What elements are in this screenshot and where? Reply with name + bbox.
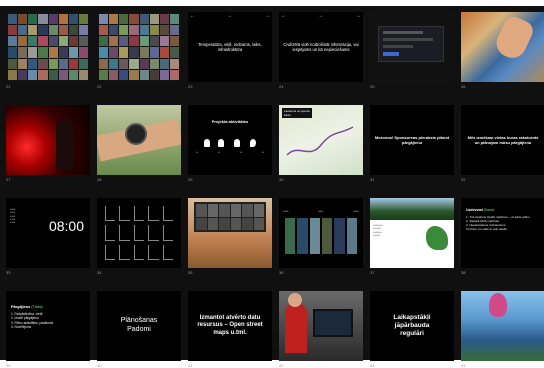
slide-number: 33	[6, 270, 11, 275]
slide-thumbnail-23[interactable]: Laikapstākļi jāpārbauda regulāri	[370, 291, 454, 361]
slide-thumbnail-7[interactable]	[6, 105, 90, 175]
slide-number: 40	[97, 363, 102, 368]
hiker-icon	[204, 139, 210, 147]
bike-icon	[218, 139, 224, 147]
slide-number: 21	[6, 84, 11, 89]
slide-number: 37	[370, 270, 375, 275]
slide-text: Mēs izmēšam vietas kuras raksturots un p…	[467, 135, 539, 145]
slide-text: Plānošanas Padomi	[97, 291, 181, 361]
slide-thumbnail-6[interactable]	[461, 12, 544, 82]
slide-thumbnail-16[interactable]: ▪▪▪▪▪▪ ▪▪▪▪▪ ▪▪▪▪▪▪	[279, 198, 363, 268]
slide-thumbnail-10[interactable]: Laukums un sporta karte	[279, 105, 363, 175]
slide-title-highlight: (Tāda)	[31, 305, 43, 309]
slide-number: 35	[188, 270, 193, 275]
slide-thumbnail-3[interactable]: ▪ ▪ ▪ ▪ ▪ ▪ Temperatūra, vējš, redzams, la…	[188, 12, 272, 82]
person-head	[288, 293, 302, 307]
slide-number: 43	[370, 363, 375, 368]
slide-number: 26	[461, 84, 466, 89]
slide-text: Izmantot atvērto datu resursus – Open st…	[197, 314, 263, 336]
slide-thumbnail-21[interactable]: Izmantot atvērto datu resursus – Open st…	[188, 291, 272, 361]
slide-number: 30	[279, 177, 284, 182]
person-shape	[285, 303, 307, 353]
slide-title: Projekta aktivitātes	[211, 119, 249, 124]
slide-text: Mezonos! Sponsoreas pieraksts plānot pār…	[374, 135, 450, 145]
slide-text-line: Padomi	[127, 326, 151, 333]
slide-thumbnail-12[interactable]: Mēs izmēšam vietas kuras raksturots un p…	[461, 105, 544, 175]
slide-number: 24	[279, 84, 284, 89]
slide-thumbnail-22[interactable]	[279, 291, 363, 361]
slide-thumbnail-1[interactable]	[6, 12, 90, 82]
slide-number: 27	[6, 177, 11, 182]
chart-grid	[105, 206, 173, 260]
slide-number: 25	[370, 84, 375, 89]
map-label: Laukums un sporta karte	[282, 108, 312, 118]
slide-thumbnail-24[interactable]	[461, 291, 544, 361]
slide-thumbnail-11[interactable]: Mezonos! Sponsoreas pieraksts plānot pār…	[370, 105, 454, 175]
drop-icon	[250, 139, 256, 147]
photo-red-light	[6, 105, 90, 175]
slide-thumbnail-19[interactable]: Pārgājiens (Tāda) 1. Pašpārliecība, viet…	[6, 291, 90, 361]
watch-app-list: ▪▪▪▪▪▪ ▪ ▪▪▪▪ ▪ ▪▪▪▪ ▪ ▪▪▪▪ ▪ ▪▪▪▪	[10, 208, 16, 225]
form-screenshot	[378, 26, 444, 62]
slide-thumbnail-15[interactable]	[188, 198, 272, 268]
slide-thumbnail-5[interactable]	[370, 12, 454, 82]
slide-text-line: Plānošanas	[120, 317, 158, 325]
slide-text: Laikapstākļi jāpārbauda regulāri	[370, 291, 454, 361]
slide-text-line: jāpārbauda	[394, 321, 430, 329]
slide-number: 23	[188, 84, 193, 89]
phone-screens	[285, 218, 357, 254]
clock-display: 08:00	[48, 218, 84, 234]
slide-number: 31	[370, 177, 375, 182]
watch-face	[125, 123, 147, 145]
icon-captions: ▪▪ ▪▪ ▪▪ ▪▪	[196, 151, 264, 154]
slide-number: 29	[188, 177, 193, 182]
photo-mosaic	[8, 14, 88, 80]
country-map	[426, 226, 448, 250]
slide-thumbnail-2[interactable]	[97, 12, 181, 82]
slide-text: Temperatūra, vējš, redzams, laiks, infra…	[198, 41, 262, 52]
slide-title-row: Pārgājiens (Tāda)	[11, 305, 43, 309]
slide-text: Civilizētā vidē nodrošināt informācija, …	[283, 41, 359, 52]
slide-number: 38	[461, 270, 466, 275]
slide-thumbnail-4[interactable]: ▪ ▪ ▪ ▪ ▪ ▪ Civilizētā vidē nodrošināt inf…	[279, 12, 363, 82]
list-item: 4. Novēlējums	[11, 325, 32, 330]
forest-banner	[370, 198, 454, 220]
slide-title-highlight: Stand	[483, 208, 494, 212]
slide-title: Uzdevumi	[466, 208, 483, 212]
task-list: 1. Trīs vispirms izpētīt maršrutu – uz k…	[466, 215, 541, 231]
slide-thumbnail-18[interactable]: Uzdevumi Stand 1. Trīs vispirms izpētīt …	[461, 198, 544, 268]
person-silhouette	[56, 119, 74, 169]
slide-thumbnail-8[interactable]	[97, 105, 181, 175]
slide-text-line: Laikapstākļi	[393, 313, 431, 321]
slide-number: 39	[6, 363, 11, 368]
slide-thumbnail-13[interactable]: ▪▪▪▪▪▪ ▪ ▪▪▪▪ ▪ ▪▪▪▪ ▪ ▪▪▪▪ ▪ ▪▪▪▪ 08:00	[6, 198, 90, 268]
app-panel	[194, 202, 266, 232]
slide-sorter-grid: 21 22 ▪ ▪ ▪ ▪ ▪ ▪ Temperatūra, vējš, redza…	[0, 0, 544, 368]
article-text: ▪▪▪▪▪▪▪▪▪▪▪ ▪▪▪▪▪▪▪▪▪ ▪▪▪▪▪▪▪▪▪▪ ▪▪▪▪▪▪▪▪	[373, 224, 384, 238]
task-list: 1. Pašpārliecība, vietā 2. Izlodē pārgāj…	[11, 312, 86, 330]
list-item: Uzziniet, ko veikt ar soļu skaitu	[466, 227, 508, 232]
slide-text-line: regulāri	[400, 330, 424, 338]
slide-number: 36	[279, 270, 284, 275]
header-labels: ▪▪▪▪▪▪ ▪▪▪▪▪ ▪▪▪▪▪▪	[283, 210, 359, 213]
slide-thumbnail-14[interactable]	[97, 198, 181, 268]
balloon-shape	[489, 293, 507, 317]
slide-number: 34	[97, 270, 102, 275]
slide-number: 41	[188, 363, 193, 368]
slide-thumbnail-17[interactable]: ▪▪▪▪▪▪▪▪▪▪▪ ▪▪▪▪▪▪▪▪▪ ▪▪▪▪▪▪▪▪▪▪ ▪▪▪▪▪▪▪▪	[370, 198, 454, 268]
slide-number: 42	[279, 363, 284, 368]
slide-number: 44	[461, 363, 466, 368]
slide-number: 32	[461, 177, 466, 182]
slide-title-row: Uzdevumi Stand	[466, 208, 494, 212]
person-icon	[234, 139, 240, 147]
photo-mosaic	[99, 14, 179, 80]
monitor-shape	[313, 309, 353, 337]
slide-number: 22	[97, 84, 102, 89]
slide-title: Pārgājiens	[11, 305, 31, 309]
slide-thumbnail-20[interactable]: Plānošanas Padomi	[97, 291, 181, 361]
slide-number: 28	[97, 177, 102, 182]
slide-thumbnail-9[interactable]: Projekta aktivitātes ▪▪ ▪▪ ▪▪ ▪▪	[188, 105, 272, 175]
